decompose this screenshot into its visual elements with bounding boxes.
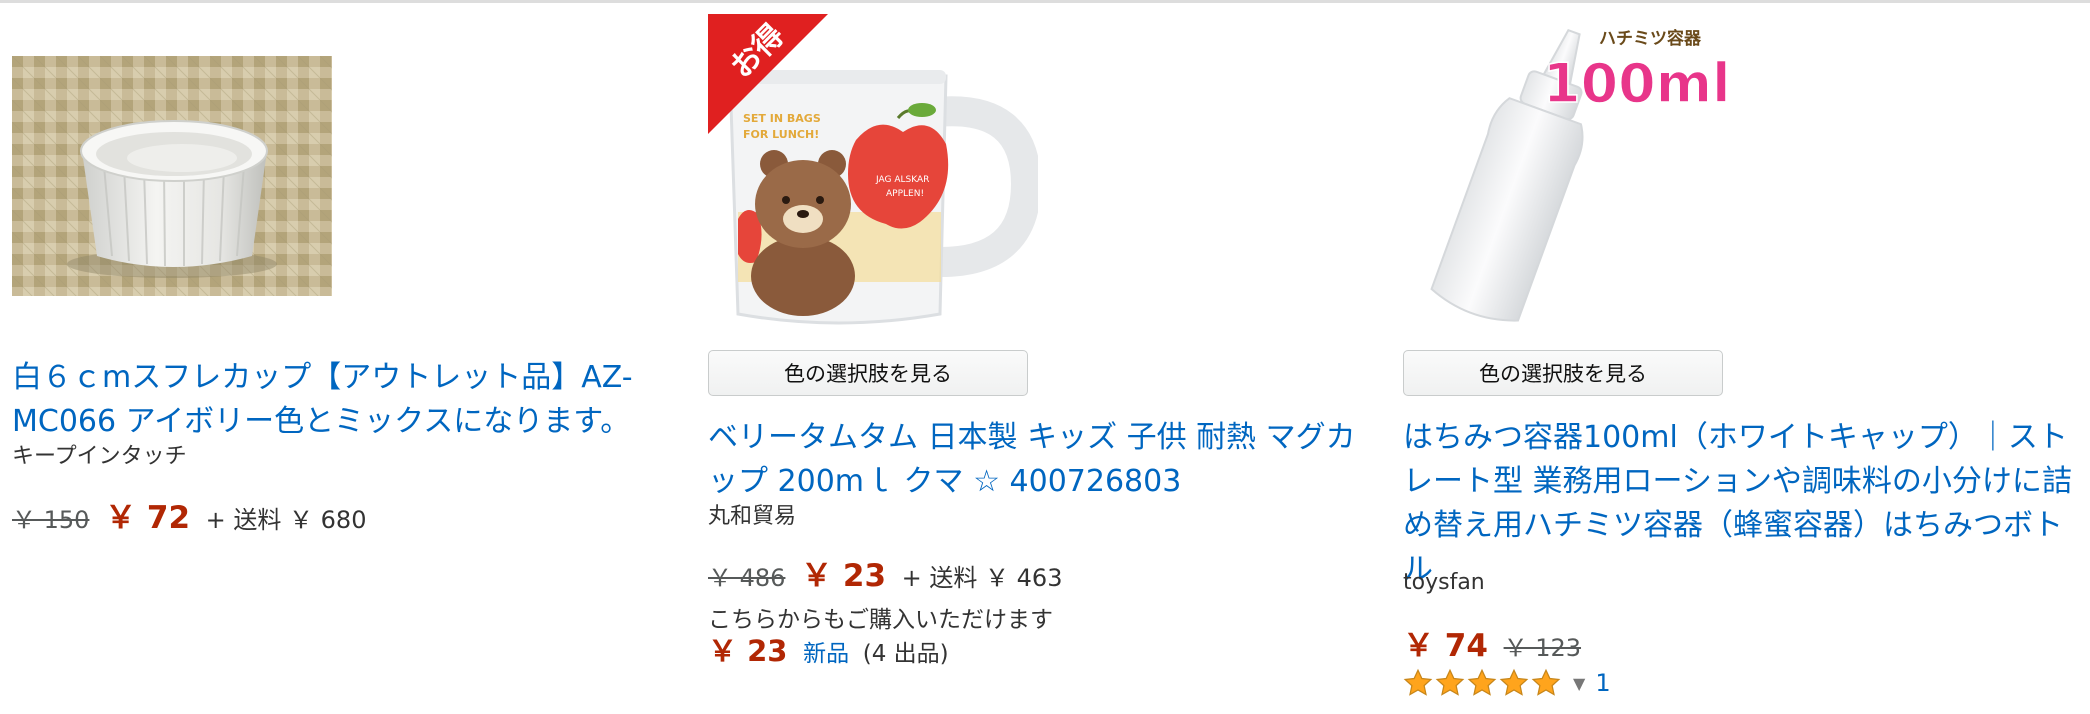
list-price: ￥ 486 <box>708 564 786 592</box>
svg-text:FOR LUNCH!: FOR LUNCH! <box>743 128 819 141</box>
other-offers-price: ￥ 23 <box>708 634 788 668</box>
product-title-link[interactable]: 白６ｃmスフレカップ【アウトレット品】AZ-MC066 アイボリー色とミックスに… <box>12 356 652 444</box>
rating: ▼ 1 <box>1403 668 1611 698</box>
sale-price: ￥ 74 <box>1403 628 1488 664</box>
other-offers-count: (4 出品) <box>862 641 949 667</box>
price-line: ￥ 486 ￥ 23 + 送料 ￥ 463 <box>708 550 1062 595</box>
see-color-options-button[interactable]: 色の選択肢を見る <box>708 350 1028 396</box>
svg-text:ハチミツ容器: ハチミツ容器 <box>1599 28 1702 49</box>
star-icon <box>1467 668 1497 696</box>
star-icon <box>1435 668 1465 696</box>
product-title-link[interactable]: ベリータムタム 日本製 キッズ 子供 耐熱 マグカップ 200mｌ クマ ☆ 4… <box>708 416 1368 504</box>
star-icon <box>1499 668 1529 696</box>
seller-name: 丸和貿易 <box>708 504 797 529</box>
shipping-cost: + 送料 ￥ 463 <box>901 564 1063 592</box>
caret-down-icon[interactable]: ▼ <box>1573 674 1585 693</box>
review-count-link[interactable]: 1 <box>1595 669 1610 697</box>
product-image[interactable]: ハチミツ容器 100ml <box>1403 14 1733 334</box>
top-divider <box>0 0 2090 3</box>
product-image[interactable]: SET IN BAGS FOR LUNCH! JAG ALSKAR APPLEN… <box>708 14 1038 334</box>
other-offers-line: ￥ 23 新品 (4 出品) <box>708 628 949 670</box>
list-price: ￥ 123 <box>1503 634 1582 662</box>
svg-text:SET IN BAGS: SET IN BAGS <box>743 112 821 125</box>
price-line: ￥ 74 ￥ 123 <box>1403 620 1581 665</box>
svg-text:APPLEN!: APPLEN! <box>886 189 924 199</box>
sale-price: ￥ 72 <box>105 500 191 536</box>
svg-text:JAG ALSKAR: JAG ALSKAR <box>875 175 929 185</box>
shipping-cost: + 送料 ￥ 680 <box>205 506 367 534</box>
sale-price: ￥ 23 <box>801 558 887 594</box>
other-offers-new-link[interactable]: 新品 <box>803 641 849 667</box>
svg-text:100ml: 100ml <box>1543 52 1731 115</box>
list-price: ￥ 150 <box>12 506 90 534</box>
price-line: ￥ 150 ￥ 72 + 送料 ￥ 680 <box>12 492 366 537</box>
star-icon <box>1531 668 1561 696</box>
seller-name: キープインタッチ <box>12 444 187 469</box>
see-color-options-button[interactable]: 色の選択肢を見る <box>1403 350 1723 396</box>
star-rating[interactable] <box>1403 668 1563 698</box>
product-image[interactable] <box>12 56 332 296</box>
star-icon <box>1403 668 1433 696</box>
product-title-link[interactable]: はちみつ容器100ml（ホワイトキャップ）｜ストレート型 業務用ローションや調味… <box>1403 416 2073 592</box>
seller-name: toysfan <box>1403 570 1485 595</box>
